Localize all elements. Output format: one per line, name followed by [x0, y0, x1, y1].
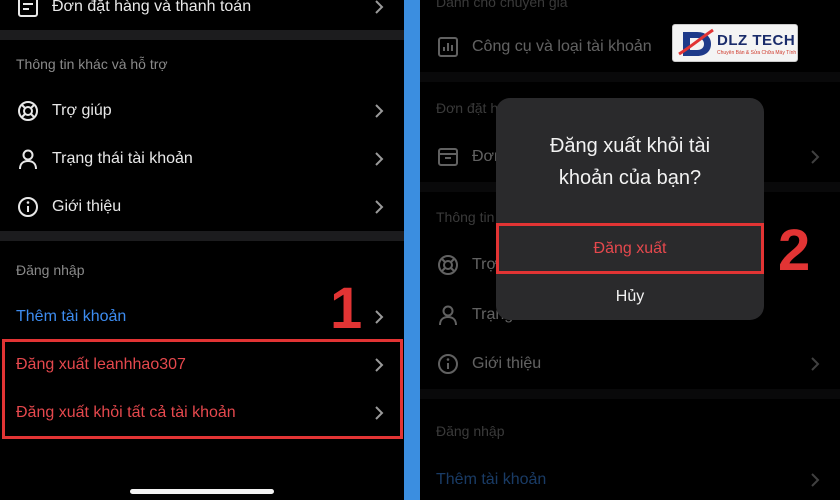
- chevron-right-icon: [372, 198, 386, 216]
- menu-item-about[interactable]: Giới thiệu: [0, 184, 404, 230]
- chevron-right-icon: [372, 102, 386, 120]
- add-account-label: Thêm tài khoản: [16, 308, 127, 325]
- section-title-support: Thông tin khác và hỗ trợ: [16, 56, 168, 72]
- highlight-box-step-2: [496, 223, 764, 274]
- home-indicator[interactable]: [130, 489, 274, 494]
- add-account-button[interactable]: Thêm tài khoản: [420, 457, 840, 500]
- lifebuoy-icon: [16, 99, 40, 123]
- menu-item-label: Công cụ và loại tài khoản: [472, 38, 652, 55]
- menu-item-label: Giới thiệu: [52, 198, 122, 215]
- dialog-title: Đăng xuất khỏi tài khoản của bạn?: [549, 135, 711, 189]
- logo-subtext: Chuyên Bán & Sửa Chữa Máy Tính: [717, 50, 797, 56]
- highlight-box-step-1: [2, 339, 403, 439]
- person-icon: [16, 147, 40, 171]
- menu-item-label: Giới thiệu: [472, 355, 542, 372]
- logout-confirm-dialog: Đăng xuất khỏi tài khoản của bạn? Đăng x…: [496, 98, 764, 320]
- menu-item-about[interactable]: Giới thiệu: [420, 341, 840, 387]
- logo-text: DLZ TECH: [717, 32, 796, 49]
- section-title-other: Thông tin: [436, 209, 495, 225]
- info-icon: [436, 352, 460, 376]
- document-icon: [16, 0, 40, 19]
- chevron-right-icon: [808, 355, 822, 373]
- menu-item-label: Trợ giúp: [52, 102, 112, 119]
- cancel-button[interactable]: Hủy: [496, 272, 764, 322]
- section-title-login: Đăng nhập: [436, 423, 505, 439]
- chevron-right-icon: [372, 0, 386, 16]
- section-divider: [0, 30, 404, 40]
- chevron-right-icon: [808, 148, 822, 166]
- section-title-experts: Dành cho chuyên gia: [436, 0, 568, 10]
- step-number-2: 2: [778, 218, 811, 283]
- logo-mark-icon: [678, 28, 714, 56]
- section-divider: [0, 231, 404, 241]
- info-icon: [16, 195, 40, 219]
- menu-item-orders[interactable]: Đơn đặt hàng và thanh toán: [0, 0, 404, 30]
- menu-item-account-status[interactable]: Trạng thái tài khoản: [0, 136, 404, 182]
- section-title-login: Đăng nhập: [16, 262, 85, 278]
- chevron-right-icon: [372, 308, 386, 326]
- menu-item-help[interactable]: Trợ giúp: [0, 88, 404, 134]
- person-icon: [436, 303, 460, 327]
- chevron-right-icon: [808, 471, 822, 489]
- menu-item-label: Trạng thái tài khoản: [52, 150, 193, 167]
- chevron-right-icon: [372, 150, 386, 168]
- menu-item-label: Trợ: [472, 256, 497, 273]
- box-icon: [436, 145, 460, 169]
- section-divider: [420, 389, 840, 399]
- section-divider: [420, 72, 840, 82]
- menu-item-label: Đơn đặt hàng và thanh toán: [52, 0, 252, 15]
- lifebuoy-icon: [436, 253, 460, 277]
- add-account-label: Thêm tài khoản: [436, 471, 547, 488]
- dlz-tech-logo: DLZ TECH Chuyên Bán & Sửa Chữa Máy Tính: [672, 24, 798, 62]
- step-number-1: 1: [330, 276, 363, 341]
- bar-chart-icon: [436, 35, 460, 59]
